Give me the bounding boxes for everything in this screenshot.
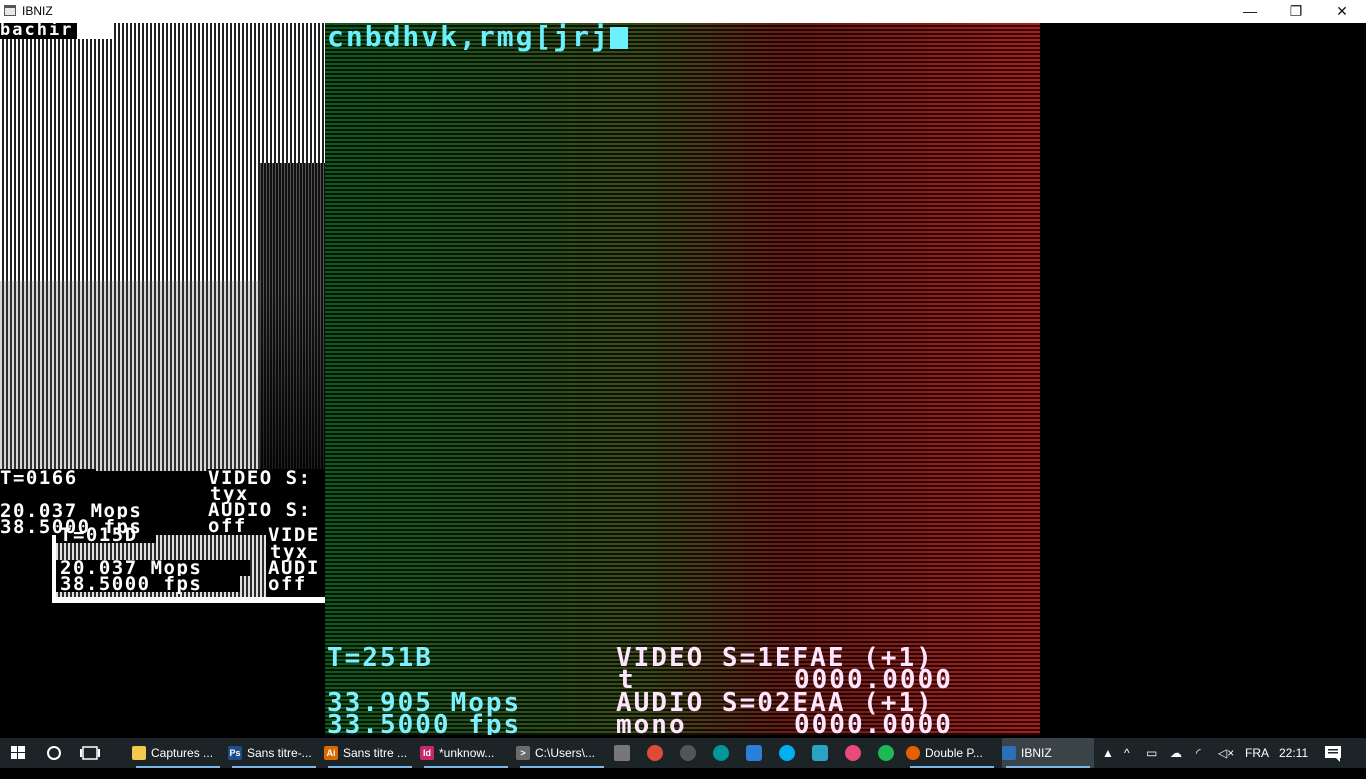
- fps-counter: 33.5000 fps: [327, 710, 522, 735]
- nested-audio-mode: off: [268, 573, 307, 595]
- audio-mode: mono: [616, 710, 687, 735]
- folder-icon: [132, 746, 146, 760]
- clock[interactable]: 22:11: [1279, 738, 1313, 768]
- arduino-icon[interactable]: [713, 745, 729, 761]
- maximize-button[interactable]: ❐: [1273, 0, 1319, 23]
- cortana-icon: [47, 746, 61, 760]
- task-terminal[interactable]: > C:\Users\...: [516, 738, 608, 768]
- notifications-icon[interactable]: [1324, 738, 1344, 768]
- language-indicator[interactable]: FRA: [1245, 738, 1271, 768]
- itunes-icon[interactable]: [845, 745, 861, 761]
- windows-icon: [11, 746, 25, 759]
- photo-icon[interactable]: [746, 745, 762, 761]
- nested-t-value: T=015D: [60, 524, 138, 546]
- nested-feedback: T=015D VIDE tyx 20.037 Mops AUDI 38.5000…: [52, 526, 325, 603]
- volume-mute-icon[interactable]: ◁×: [1218, 738, 1234, 768]
- left-audio-mode: off: [208, 515, 247, 537]
- name-tag: bachir: [0, 23, 112, 39]
- main-canvas[interactable]: cnbdhvk,rmg[jrj T=251B 33.905 Mops 33.50…: [325, 23, 1040, 735]
- title-bar: IBNIZ — ❐ ✕: [0, 0, 1366, 23]
- task-view-button[interactable]: [72, 738, 108, 768]
- wifi-icon[interactable]: ◜: [1196, 738, 1212, 768]
- task-illustrator[interactable]: Ai Sans titre ...: [324, 738, 416, 768]
- nested-fps: 38.5000 fps: [60, 573, 203, 595]
- text-cursor: [609, 27, 628, 49]
- stripe-pattern-lower: [0, 281, 260, 471]
- window-icon: [4, 5, 16, 16]
- start-button[interactable]: [0, 738, 36, 768]
- search-button[interactable]: [38, 738, 70, 768]
- code-text[interactable]: cnbdhvk,rmg[jrj: [327, 23, 610, 53]
- gradient-region: [260, 163, 325, 471]
- cloud-icon[interactable]: ☁: [1170, 738, 1188, 768]
- time-counter: T=251B: [327, 643, 433, 673]
- bluetooth-icon[interactable]: [680, 745, 696, 761]
- skype-icon[interactable]: [779, 745, 795, 761]
- scanlines: [325, 23, 1040, 735]
- ibniz-icon: [1002, 746, 1016, 760]
- audio-time: 0000.0000: [794, 710, 953, 735]
- taskbar: Captures ... Ps Sans titre-... Ai Sans tit…: [0, 738, 1366, 768]
- drive-icon[interactable]: ▲: [1102, 738, 1118, 768]
- battery-icon[interactable]: ▭: [1146, 738, 1162, 768]
- task-ibniz[interactable]: IBNIZ: [1002, 738, 1094, 768]
- window-title: IBNIZ: [22, 4, 53, 18]
- left-t-value: T=0166: [0, 467, 78, 489]
- app-icon[interactable]: [614, 745, 630, 761]
- chevron-up-icon[interactable]: ^: [1124, 738, 1138, 768]
- terminal-icon: >: [516, 746, 530, 760]
- task-photoshop[interactable]: Ps Sans titre-...: [228, 738, 320, 768]
- close-button[interactable]: ✕: [1319, 0, 1365, 23]
- photoshop-icon: Ps: [228, 746, 242, 760]
- spotify-icon[interactable]: [878, 745, 894, 761]
- code-editor[interactable]: cnbdhvk,rmg[jrj: [327, 23, 628, 52]
- firefox-icon: [906, 746, 920, 760]
- illustrator-icon: Ai: [324, 746, 338, 760]
- minimize-button[interactable]: —: [1227, 0, 1273, 23]
- name-tag-text: bachir: [0, 23, 78, 39]
- notification-center-icon: [1325, 746, 1341, 762]
- indesign-icon: Id: [420, 746, 434, 760]
- app-icon[interactable]: [812, 745, 828, 761]
- task-firefox[interactable]: Double P...: [906, 738, 998, 768]
- task-view-icon: [80, 746, 100, 760]
- feedback-canvas: bachir T=0166 20.037 Mops 38.5000 fps VI…: [0, 23, 325, 735]
- chrome-icon[interactable]: [647, 745, 663, 761]
- task-indesign[interactable]: Id *unknow...: [420, 738, 512, 768]
- task-captures[interactable]: Captures ...: [132, 738, 224, 768]
